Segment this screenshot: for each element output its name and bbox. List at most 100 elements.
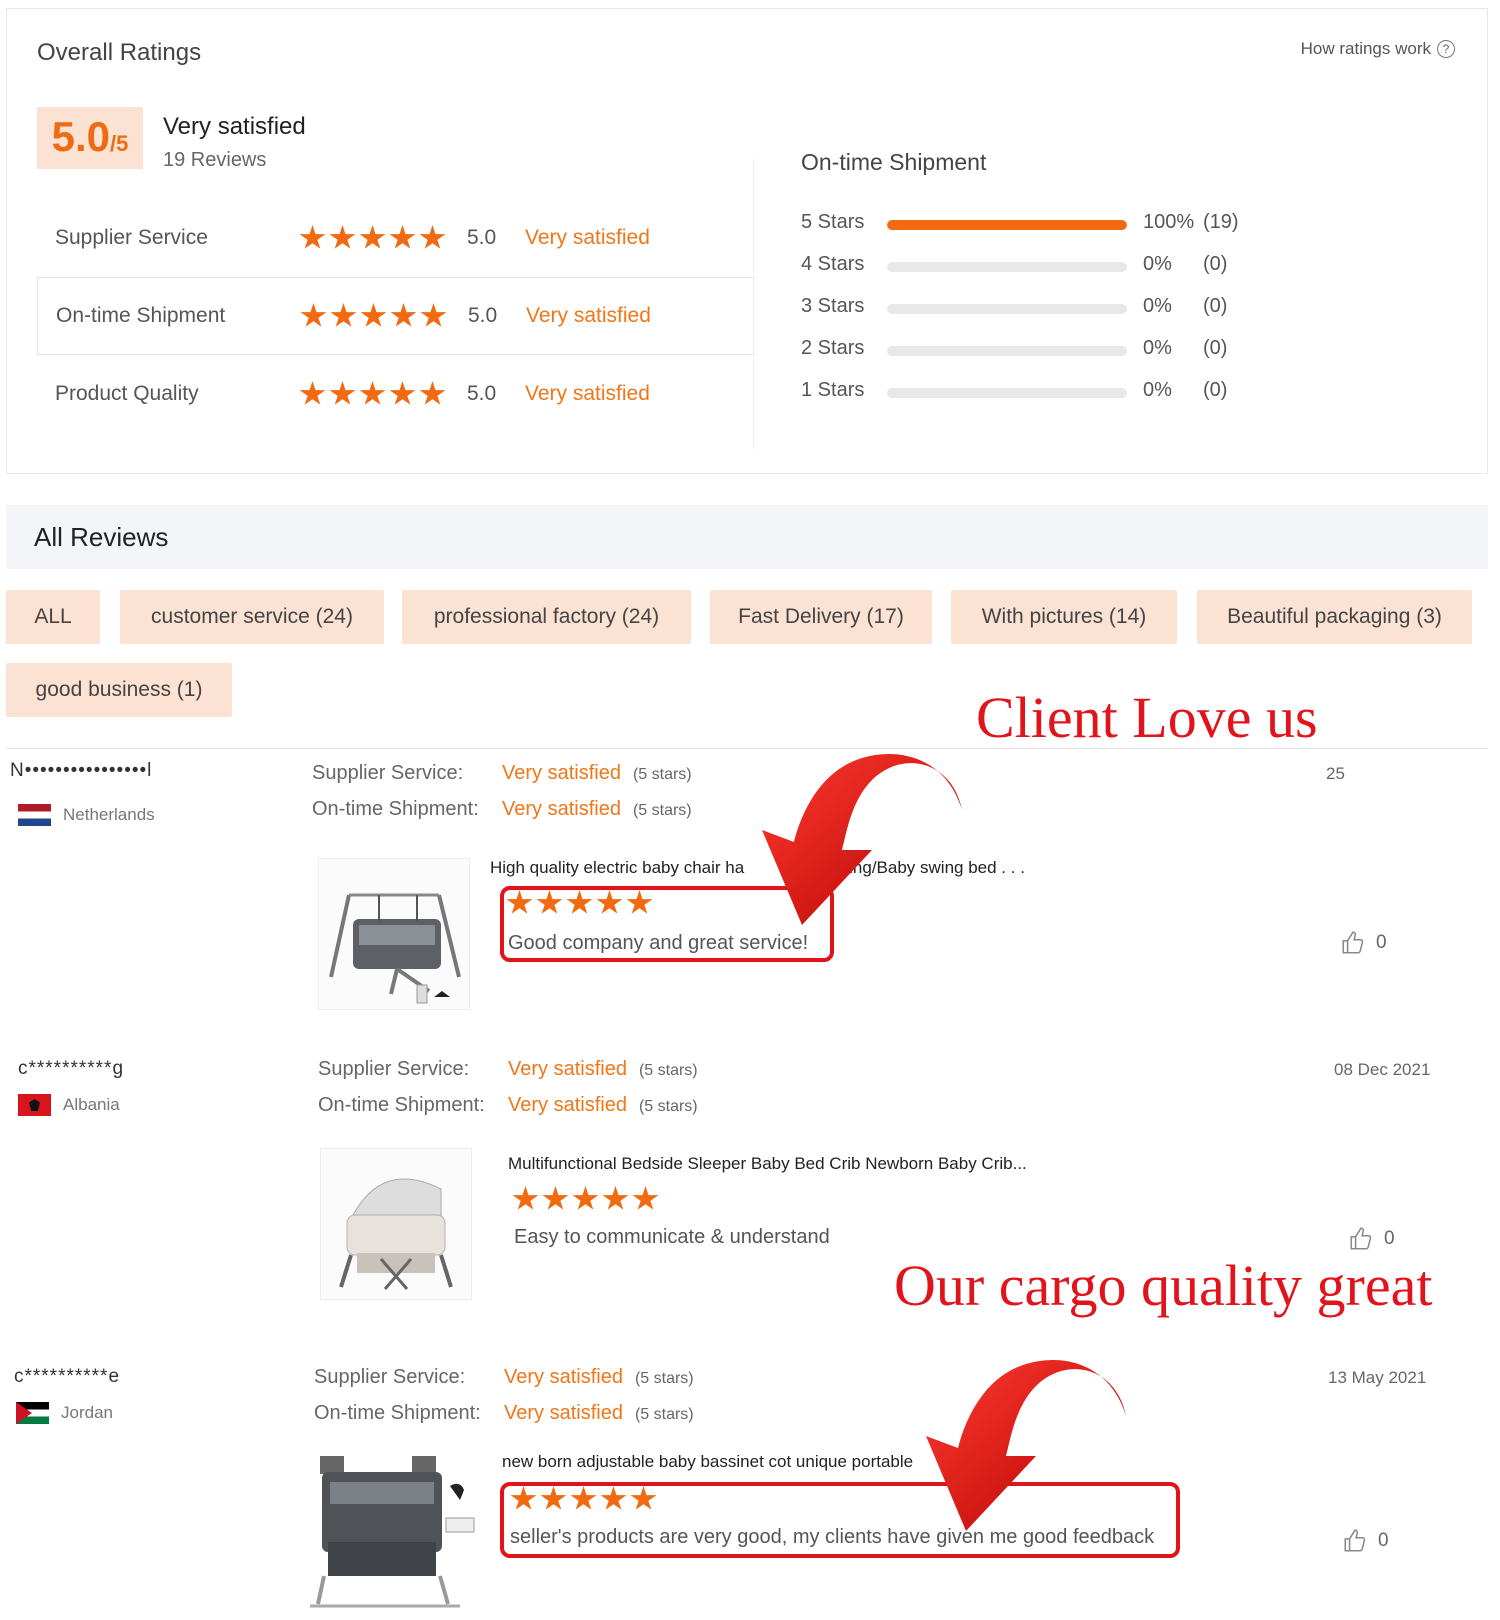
rating-score: 5.0 xyxy=(468,304,498,327)
star-icon xyxy=(542,1186,569,1210)
meta-verdict: Very satisfied xyxy=(502,798,621,820)
overall-verdict: Very satisfied xyxy=(163,113,306,140)
review-stars xyxy=(512,1186,659,1212)
distribution-title: On-time Shipment xyxy=(801,149,987,175)
distribution-label: 4 Stars xyxy=(801,253,865,275)
promo-text-cargo-quality: Our cargo quality great xyxy=(894,1253,1433,1318)
distribution-label: 2 Stars xyxy=(801,337,865,359)
filter-tag-fast-delivery[interactable]: Fast Delivery (17) xyxy=(710,590,932,644)
shipment-line: On-time Shipment: Very satisfied (5 star… xyxy=(314,1402,694,1425)
baby-crib-image xyxy=(321,1149,471,1299)
meta-verdict: Very satisfied xyxy=(508,1058,627,1080)
distribution-bar-fill xyxy=(887,220,1127,230)
like-button[interactable]: 0 xyxy=(1348,1226,1395,1252)
overall-score-badge: 5.0 /5 xyxy=(37,107,143,169)
distribution-bar xyxy=(887,220,1127,230)
distribution-row: 2 Stars 0% (0) xyxy=(801,335,1281,365)
overall-ratings-title: Overall Ratings xyxy=(37,39,202,66)
filter-tag-professional-factory[interactable]: professional factory (24) xyxy=(402,590,691,644)
star-icon xyxy=(299,381,326,405)
star-icon xyxy=(420,303,447,327)
like-button[interactable]: 0 xyxy=(1340,930,1387,956)
rating-row-supplier-service: Supplier Service 5.0 Very satisfied xyxy=(37,199,755,277)
overall-score-suffix: /5 xyxy=(110,131,129,156)
filter-tag-good-business[interactable]: good business (1) xyxy=(6,663,232,717)
product-title[interactable]: Multifunctional Bedside Sleeper Baby Bed… xyxy=(508,1154,1027,1174)
review-date: 25 xyxy=(1326,764,1345,783)
all-reviews-title: All Reviews xyxy=(34,522,169,552)
product-thumbnail[interactable] xyxy=(320,1148,472,1300)
rating-score: 5.0 xyxy=(467,382,497,405)
distribution-percent: 0% xyxy=(1143,295,1172,317)
review-date: 08 Dec 2021 xyxy=(1334,1060,1431,1079)
reviewer-country: Jordan xyxy=(16,1402,113,1424)
rating-row-on-time-shipment[interactable]: On-time Shipment 5.0 Very satisfied xyxy=(37,277,755,355)
meta-stars: (5 stars) xyxy=(634,1406,694,1423)
like-count: 0 xyxy=(1376,932,1387,953)
reviewer-country: Netherlands xyxy=(18,804,155,826)
red-arrow-icon xyxy=(762,753,962,925)
meta-stars: (5 stars) xyxy=(634,1370,694,1387)
star-icon xyxy=(330,303,357,327)
like-count: 0 xyxy=(1384,1228,1395,1249)
distribution-row: 5 Stars 100% (19) xyxy=(801,209,1281,239)
filter-tag-customer-service[interactable]: customer service (24) xyxy=(120,590,384,644)
how-ratings-work-link[interactable]: How ratings work ? xyxy=(1301,39,1455,59)
thumbs-up-icon xyxy=(1344,1529,1366,1552)
meta-label: Supplier Service: xyxy=(314,1366,466,1388)
meta-label: On-time Shipment: xyxy=(318,1094,485,1116)
shipment-line: On-time Shipment: Very satisfied (5 star… xyxy=(312,798,692,821)
distribution-bar xyxy=(887,304,1127,314)
meta-stars: (5 stars) xyxy=(632,766,692,783)
country-name: Netherlands xyxy=(63,805,155,824)
product-thumbnail[interactable] xyxy=(318,858,470,1010)
meta-label: On-time Shipment: xyxy=(312,798,479,820)
like-button[interactable]: 0 xyxy=(1342,1528,1389,1554)
star-icon xyxy=(329,381,356,405)
rating-verdict: Very satisfied xyxy=(526,304,651,327)
shipment-line: On-time Shipment: Very satisfied (5 star… xyxy=(318,1094,698,1117)
overall-score: 5.0 xyxy=(51,113,111,160)
star-icon xyxy=(389,225,416,249)
rating-stars xyxy=(299,225,446,251)
star-icon xyxy=(632,1186,659,1210)
distribution-label: 3 Stars xyxy=(801,295,865,317)
distribution-percent: 0% xyxy=(1143,379,1172,401)
distribution-bar xyxy=(887,346,1127,356)
how-ratings-work-label: How ratings work xyxy=(1300,39,1431,58)
country-name: Albania xyxy=(63,1095,120,1114)
meta-label: Supplier Service: xyxy=(312,762,464,784)
distribution-label: 1 Stars xyxy=(801,379,865,401)
filter-tag-with-pictures[interactable]: With pictures (14) xyxy=(951,590,1177,644)
rating-row-product-quality: Product Quality 5.0 Very satisfied xyxy=(37,355,755,433)
meta-stars: (5 stars) xyxy=(638,1098,698,1115)
product-title[interactable]: new born adjustable baby bassinet cot un… xyxy=(502,1452,913,1472)
rating-category-label: On-time Shipment xyxy=(56,304,226,327)
supplier-service-line: Supplier Service: Very satisfied (5 star… xyxy=(314,1366,694,1389)
reviewer-name: N••••••••••••••••l xyxy=(10,760,153,781)
star-icon xyxy=(390,303,417,327)
meta-label: Supplier Service: xyxy=(318,1058,470,1080)
meta-stars: (5 stars) xyxy=(632,802,692,819)
rating-verdict: Very satisfied xyxy=(525,226,650,249)
distribution-bar xyxy=(887,262,1127,272)
reviewer-country: Albania xyxy=(18,1094,120,1116)
distribution-count: (0) xyxy=(1203,379,1228,401)
star-icon xyxy=(360,303,387,327)
rating-stars xyxy=(300,303,447,329)
distribution-row: 1 Stars 0% (0) xyxy=(801,377,1281,407)
product-thumbnail[interactable] xyxy=(300,1446,484,1616)
star-icon xyxy=(419,381,446,405)
meta-verdict: Very satisfied xyxy=(502,762,621,784)
meta-stars: (5 stars) xyxy=(638,1062,698,1079)
like-count: 0 xyxy=(1378,1530,1389,1551)
filter-tag-all[interactable]: ALL xyxy=(6,590,100,644)
help-icon[interactable]: ? xyxy=(1437,40,1455,58)
distribution-count: (0) xyxy=(1203,295,1228,317)
reviews-count: 19 Reviews xyxy=(163,149,267,171)
rating-verdict: Very satisfied xyxy=(525,382,650,405)
jordan-flag-icon xyxy=(16,1402,49,1424)
albania-flag-icon xyxy=(18,1094,51,1116)
filter-tag-beautiful-packaging[interactable]: Beautiful packaging (3) xyxy=(1197,590,1472,644)
thumbs-up-icon xyxy=(1350,1227,1372,1250)
